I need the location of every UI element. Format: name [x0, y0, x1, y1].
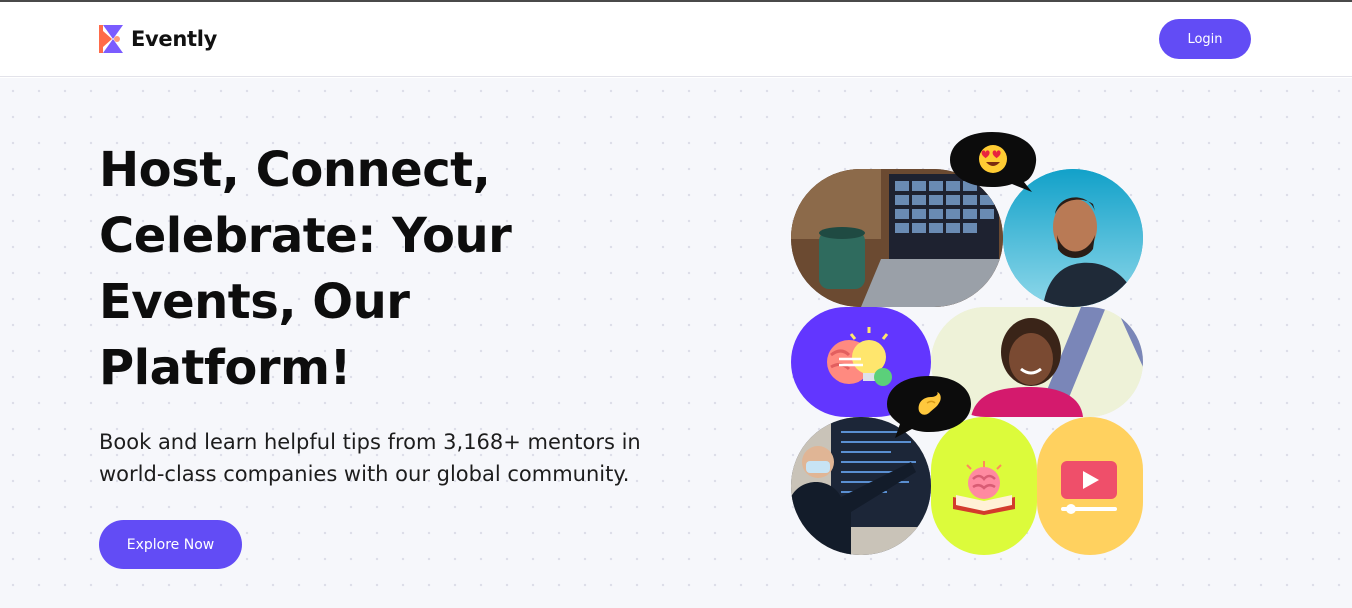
login-button[interactable]: Login [1159, 19, 1251, 59]
video-play-icon [1037, 461, 1143, 555]
book-brain-icon [931, 461, 1037, 555]
evently-logo-icon [99, 25, 124, 53]
pinching-hand-emoji-icon [913, 389, 943, 421]
hero-subtext: Book and learn helpful tips from 3,168+ … [99, 430, 641, 486]
video-play-tile [1037, 417, 1143, 555]
site-header: Evently Login [0, 2, 1352, 77]
hero-headline: Host, Connect, Celebrate: Your Events, O… [99, 142, 512, 396]
heart-eyes-bubble [948, 130, 1038, 194]
hero-section: Host, Connect, Celebrate: Your Events, O… [0, 78, 1352, 608]
brand-logo[interactable]: Evently [99, 24, 217, 54]
pinch-hand-bubble [885, 374, 973, 440]
explore-now-button[interactable]: Explore Now [99, 520, 242, 569]
brand-name: Evently [131, 27, 218, 51]
heart-eyes-emoji-icon [978, 144, 1008, 178]
